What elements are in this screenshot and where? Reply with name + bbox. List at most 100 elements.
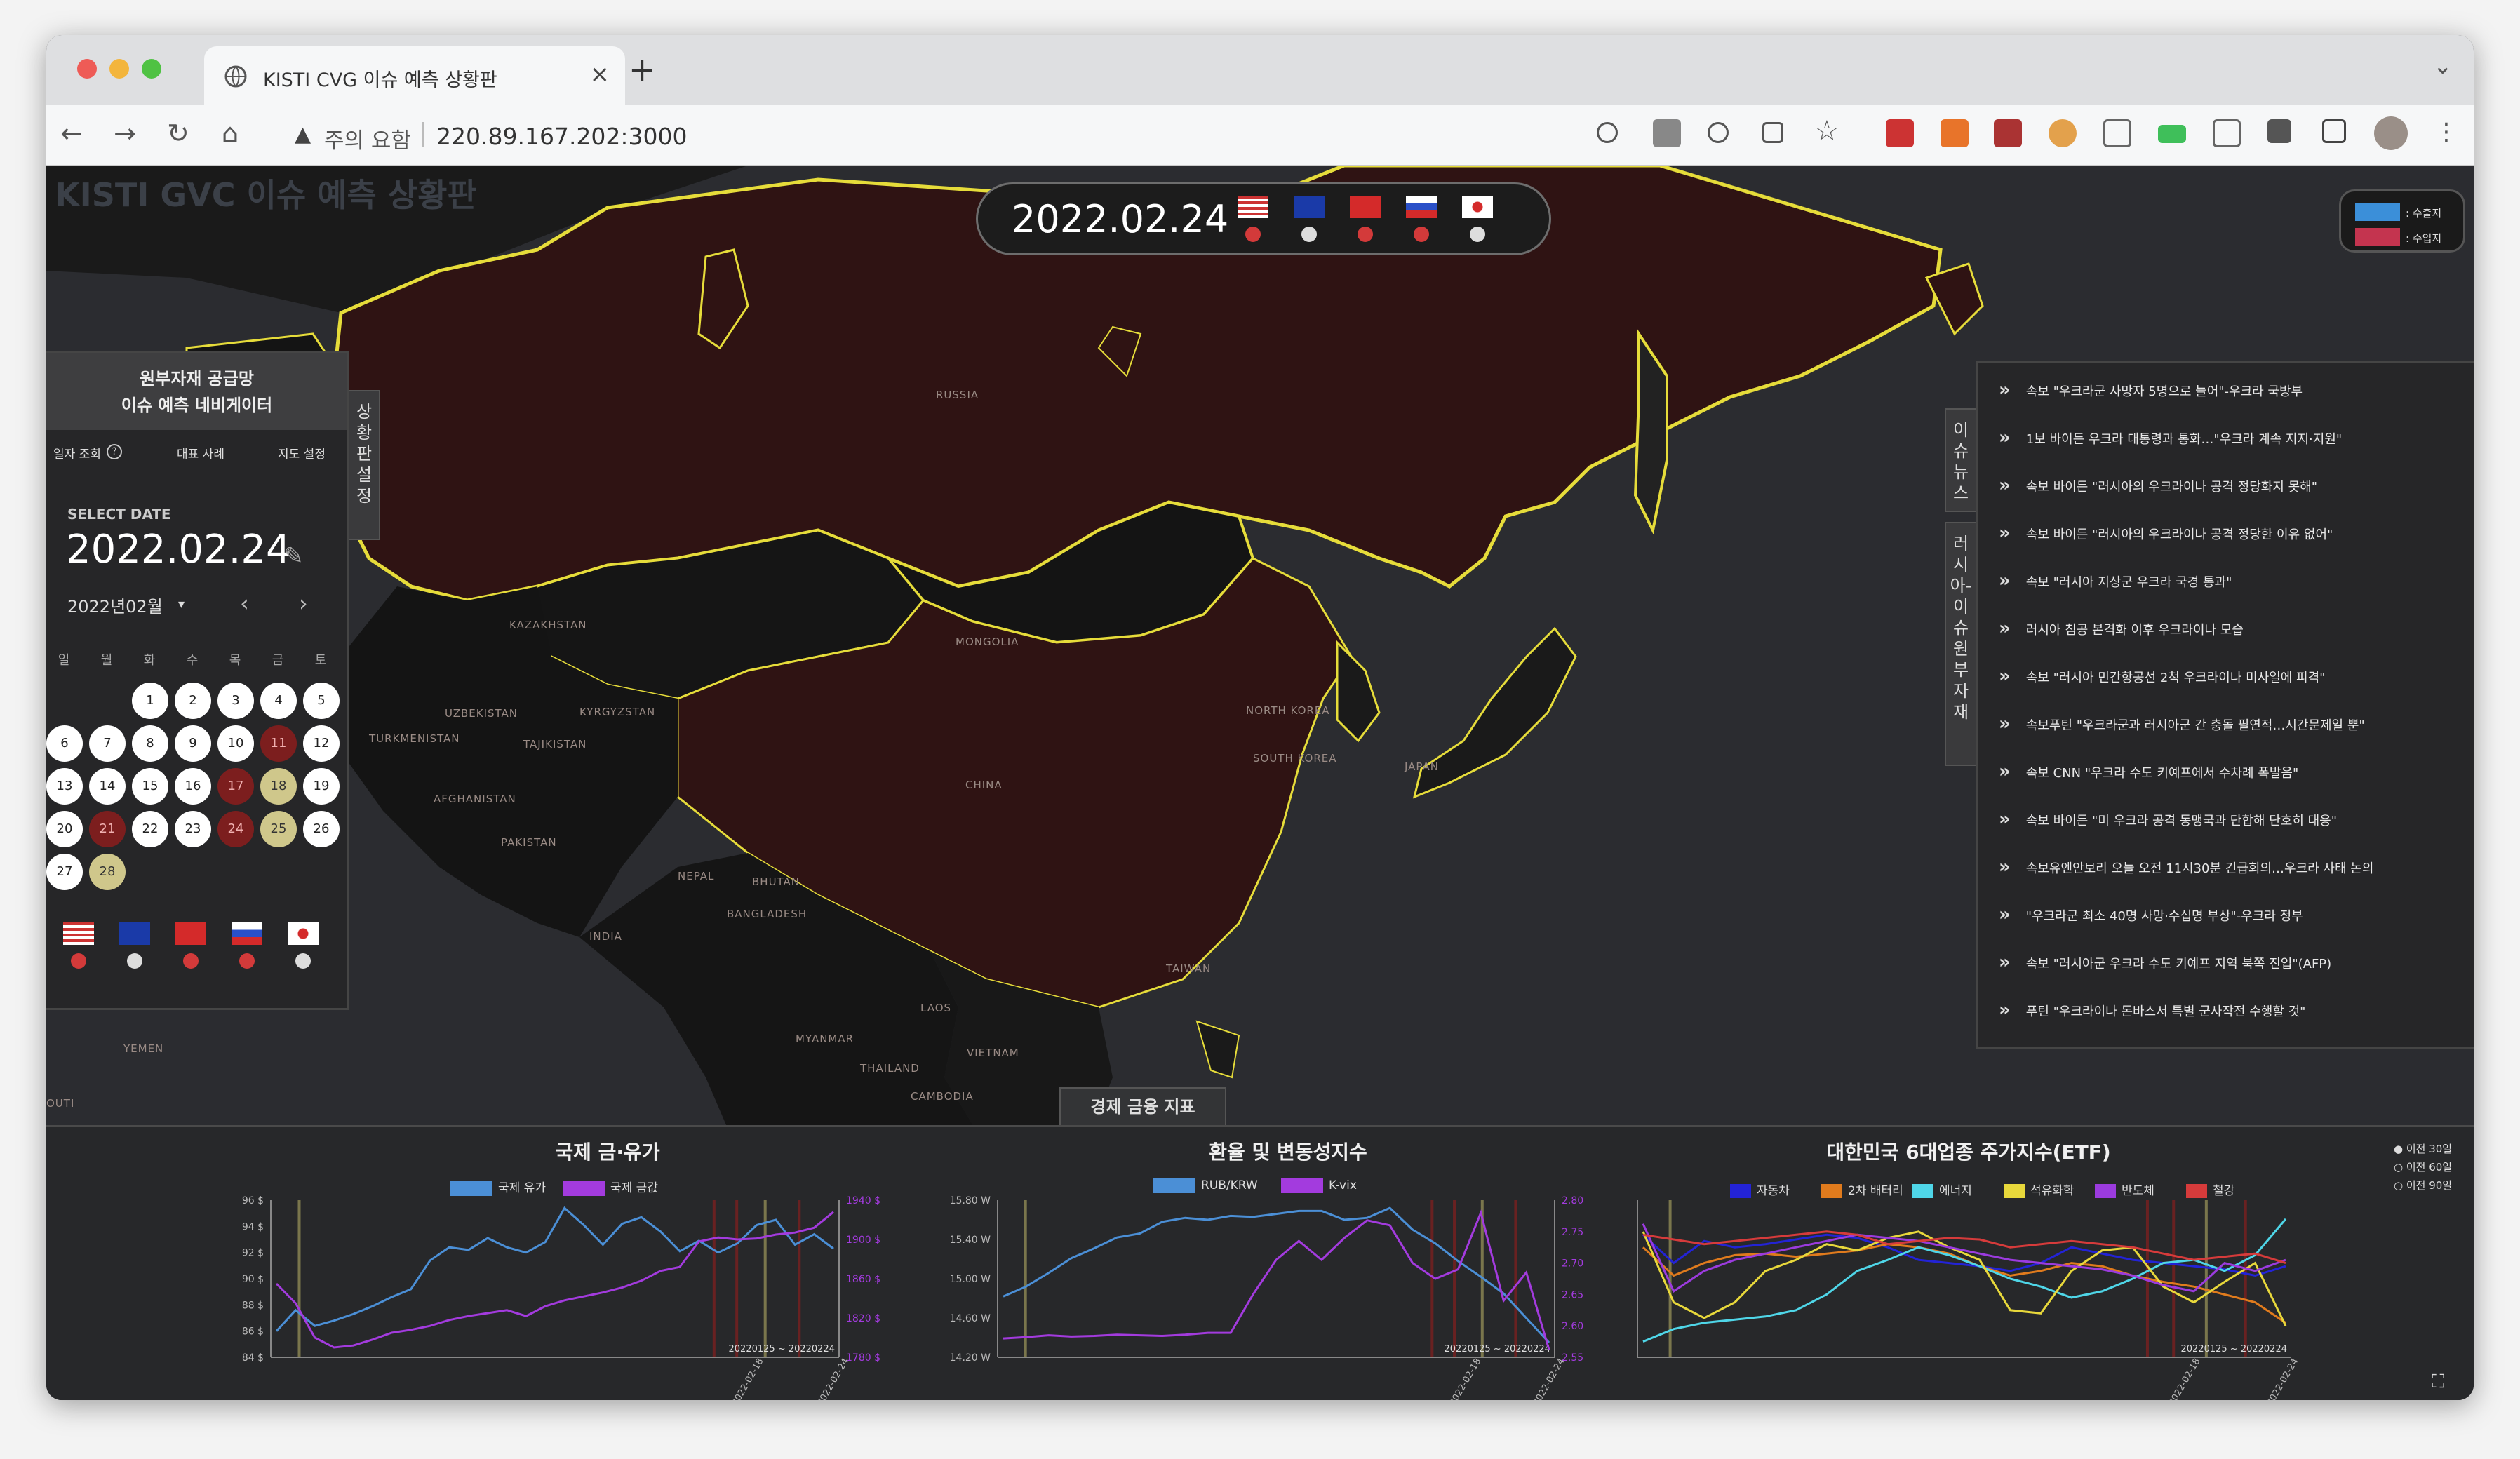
calendar-day[interactable]: 9 <box>175 725 211 762</box>
profile-avatar[interactable] <box>2374 116 2408 150</box>
news-item[interactable]: » 러시아 침공 본격화 이후 우크라이나 모습 <box>1999 618 2244 639</box>
extension-fox-icon[interactable] <box>2049 119 2077 147</box>
calendar-day[interactable]: 14 <box>89 768 126 805</box>
edit-pencil-icon[interactable]: ✎ <box>283 542 304 570</box>
month-dropdown-icon[interactable]: ▾ <box>178 597 185 612</box>
tab-list-chevron-icon[interactable]: ⌄ <box>2433 52 2453 80</box>
news-item[interactable]: » 속보 "러시아 지상군 우크라 국경 통과" <box>1999 570 2232 591</box>
camera-icon[interactable] <box>2103 119 2131 147</box>
tab-date-lookup[interactable]: 일자 조회 <box>53 444 101 462</box>
extensions-puzzle-icon[interactable] <box>2267 119 2291 143</box>
news-item[interactable]: » 속보 "러시아군 우크라 수도 키예프 지역 북쪽 진입"(AFP) <box>1999 952 2331 973</box>
calendar-day[interactable]: 4 <box>260 683 297 719</box>
close-tab-icon[interactable]: × <box>590 60 610 88</box>
calendar-day[interactable]: 11 <box>260 725 297 762</box>
back-button[interactable]: ← <box>60 118 83 149</box>
extension-orange-icon[interactable] <box>1941 119 1969 147</box>
home-button[interactable]: ⌂ <box>222 118 239 149</box>
share-icon[interactable] <box>1762 122 1783 143</box>
month-select[interactable]: 2022년02월 <box>67 593 163 617</box>
extension-green-icon[interactable] <box>2158 125 2186 143</box>
calendar-day[interactable]: 2 <box>175 683 211 719</box>
news-item[interactable]: » 속보 바이든 "러시아의 우크라이나 공격 정당화지 못해" <box>1999 475 2317 496</box>
key-icon[interactable] <box>1597 122 1618 143</box>
calendar-day[interactable]: 18 <box>260 768 297 805</box>
jp-flag[interactable] <box>288 922 319 945</box>
calendar-day[interactable]: 28 <box>89 854 126 890</box>
calendar-day[interactable]: 7 <box>89 725 126 762</box>
calendar-day[interactable]: 25 <box>260 811 297 847</box>
calendar-day[interactable]: 19 <box>303 768 340 805</box>
tab-representative-cases[interactable]: 대표 사례 <box>177 444 224 462</box>
extension-book-icon[interactable] <box>1994 119 2022 147</box>
calendar-day[interactable]: 22 <box>132 811 168 847</box>
calendar-day[interactable]: 15 <box>132 768 168 805</box>
new-tab-button[interactable]: + <box>629 51 656 88</box>
cn-flag[interactable] <box>175 922 206 945</box>
cast-icon[interactable] <box>2213 119 2241 147</box>
cn-flag[interactable] <box>1350 196 1381 218</box>
maximize-window-button[interactable] <box>142 59 161 79</box>
news-item[interactable]: » 속보 바이든 "러시아의 우크라이나 공격 정당한 이유 없어" <box>1999 523 2333 544</box>
calendar-day[interactable]: 16 <box>175 768 211 805</box>
security-warning[interactable]: 주의 요함 <box>324 123 411 154</box>
url-text[interactable]: 220.89.167.202:3000 <box>436 123 688 150</box>
us-flag[interactable] <box>63 922 94 945</box>
calendar-day[interactable]: 3 <box>217 683 254 719</box>
jp-flag[interactable] <box>1462 196 1493 218</box>
calendar-day[interactable]: 24 <box>217 811 254 847</box>
close-window-button[interactable] <box>77 59 97 79</box>
reload-button[interactable]: ↻ <box>167 118 189 149</box>
minimize-window-button[interactable] <box>109 59 129 79</box>
eu-flag[interactable] <box>1294 196 1325 218</box>
calendar-day[interactable]: 21 <box>89 811 126 847</box>
calendar-day[interactable]: 1 <box>132 683 168 719</box>
calendar-day[interactable]: 27 <box>46 854 83 890</box>
calendar-day[interactable]: 8 <box>132 725 168 762</box>
calendar-day[interactable]: 17 <box>217 768 254 805</box>
russia-materials-tab[interactable]: 러시아-이슈원부자재 <box>1945 522 1976 766</box>
eu-flag[interactable] <box>119 922 150 945</box>
dashboard-settings-tab[interactable]: 상황판설정 <box>349 390 380 540</box>
calendar-day[interactable]: 6 <box>46 725 83 762</box>
translate-icon[interactable] <box>1653 119 1681 147</box>
news-item[interactable]: » 1보 바이든 우크라 대통령과 통화…"우크라 계속 지지·지원" <box>1999 427 2342 448</box>
browser-tab[interactable]: KISTI CVG 이슈 예측 상황판 × <box>204 46 625 105</box>
news-item[interactable]: » 속보푸틴 "우크라군과 러시아군 간 충돌 필연적…시간문제일 뿐" <box>1999 713 2365 734</box>
ru-flag[interactable] <box>232 922 262 945</box>
fullscreen-icon[interactable]: ⛶ <box>2432 1371 2444 1393</box>
calendar-day[interactable]: 10 <box>217 725 254 762</box>
prev-month-button[interactable]: ‹ <box>240 590 249 617</box>
help-icon[interactable]: ? <box>107 444 122 459</box>
globe-icon <box>224 65 247 88</box>
ru-flag[interactable] <box>1406 196 1437 218</box>
news-item[interactable]: » 푸틴 "우크라이나 돈바스서 특별 군사작전 수행할 것" <box>1999 1000 2305 1021</box>
warning-icon[interactable]: ▲ <box>295 122 311 147</box>
zoom-icon[interactable] <box>1708 122 1729 143</box>
calendar-day[interactable]: 20 <box>46 811 83 847</box>
calendar-day[interactable]: 26 <box>303 811 340 847</box>
calendar-day[interactable]: 23 <box>175 811 211 847</box>
news-item[interactable]: » "우크라군 최소 40명 사망·수십명 부상"-우크라 정부 <box>1999 904 2303 925</box>
us-flag[interactable] <box>1238 196 1268 218</box>
news-item[interactable]: » 속보유엔안보리 오늘 오전 11시30분 긴급회의…우크라 사태 논의 <box>1999 856 2373 878</box>
news-item[interactable]: » 속보 CNN "우크라 수도 키예프에서 수차례 폭발음" <box>1999 761 2298 782</box>
news-item[interactable]: » 속보 "러시아 민간항공선 2척 우크라이나 미사일에 피격" <box>1999 666 2325 687</box>
more-menu-icon[interactable]: ⋮ <box>2434 118 2458 146</box>
extension-red-icon[interactable] <box>1886 119 1914 147</box>
tab-map-settings[interactable]: 지도 설정 <box>278 444 326 462</box>
economic-indicators-tab[interactable]: 경제 금융 지표 <box>1059 1087 1226 1127</box>
date-range-label: 20220125 ~ 20220224 <box>729 1344 836 1354</box>
bookmark-star-icon[interactable]: ☆ <box>1814 115 1839 147</box>
address-bar[interactable]: ▲ 주의 요함 220.89.167.202:3000 <box>282 112 1685 157</box>
issue-news-tab[interactable]: 이슈뉴스 <box>1945 408 1976 512</box>
calendar-day[interactable]: 13 <box>46 768 83 805</box>
news-item[interactable]: » 속보 바이든 "미 우크라 공격 동맹국과 단합해 단호히 대응" <box>1999 809 2337 830</box>
map-label: KYRGYZSTAN <box>579 706 656 718</box>
calendar-day[interactable]: 12 <box>303 725 340 762</box>
sidebar-icon[interactable] <box>2322 119 2346 143</box>
forward-button[interactable]: → <box>114 118 136 149</box>
calendar-day[interactable]: 5 <box>303 683 340 719</box>
next-month-button[interactable]: › <box>299 590 308 617</box>
news-item[interactable]: » 속보 "우크라군 사망자 5명으로 늘어"-우크라 국방부 <box>1999 379 2303 401</box>
